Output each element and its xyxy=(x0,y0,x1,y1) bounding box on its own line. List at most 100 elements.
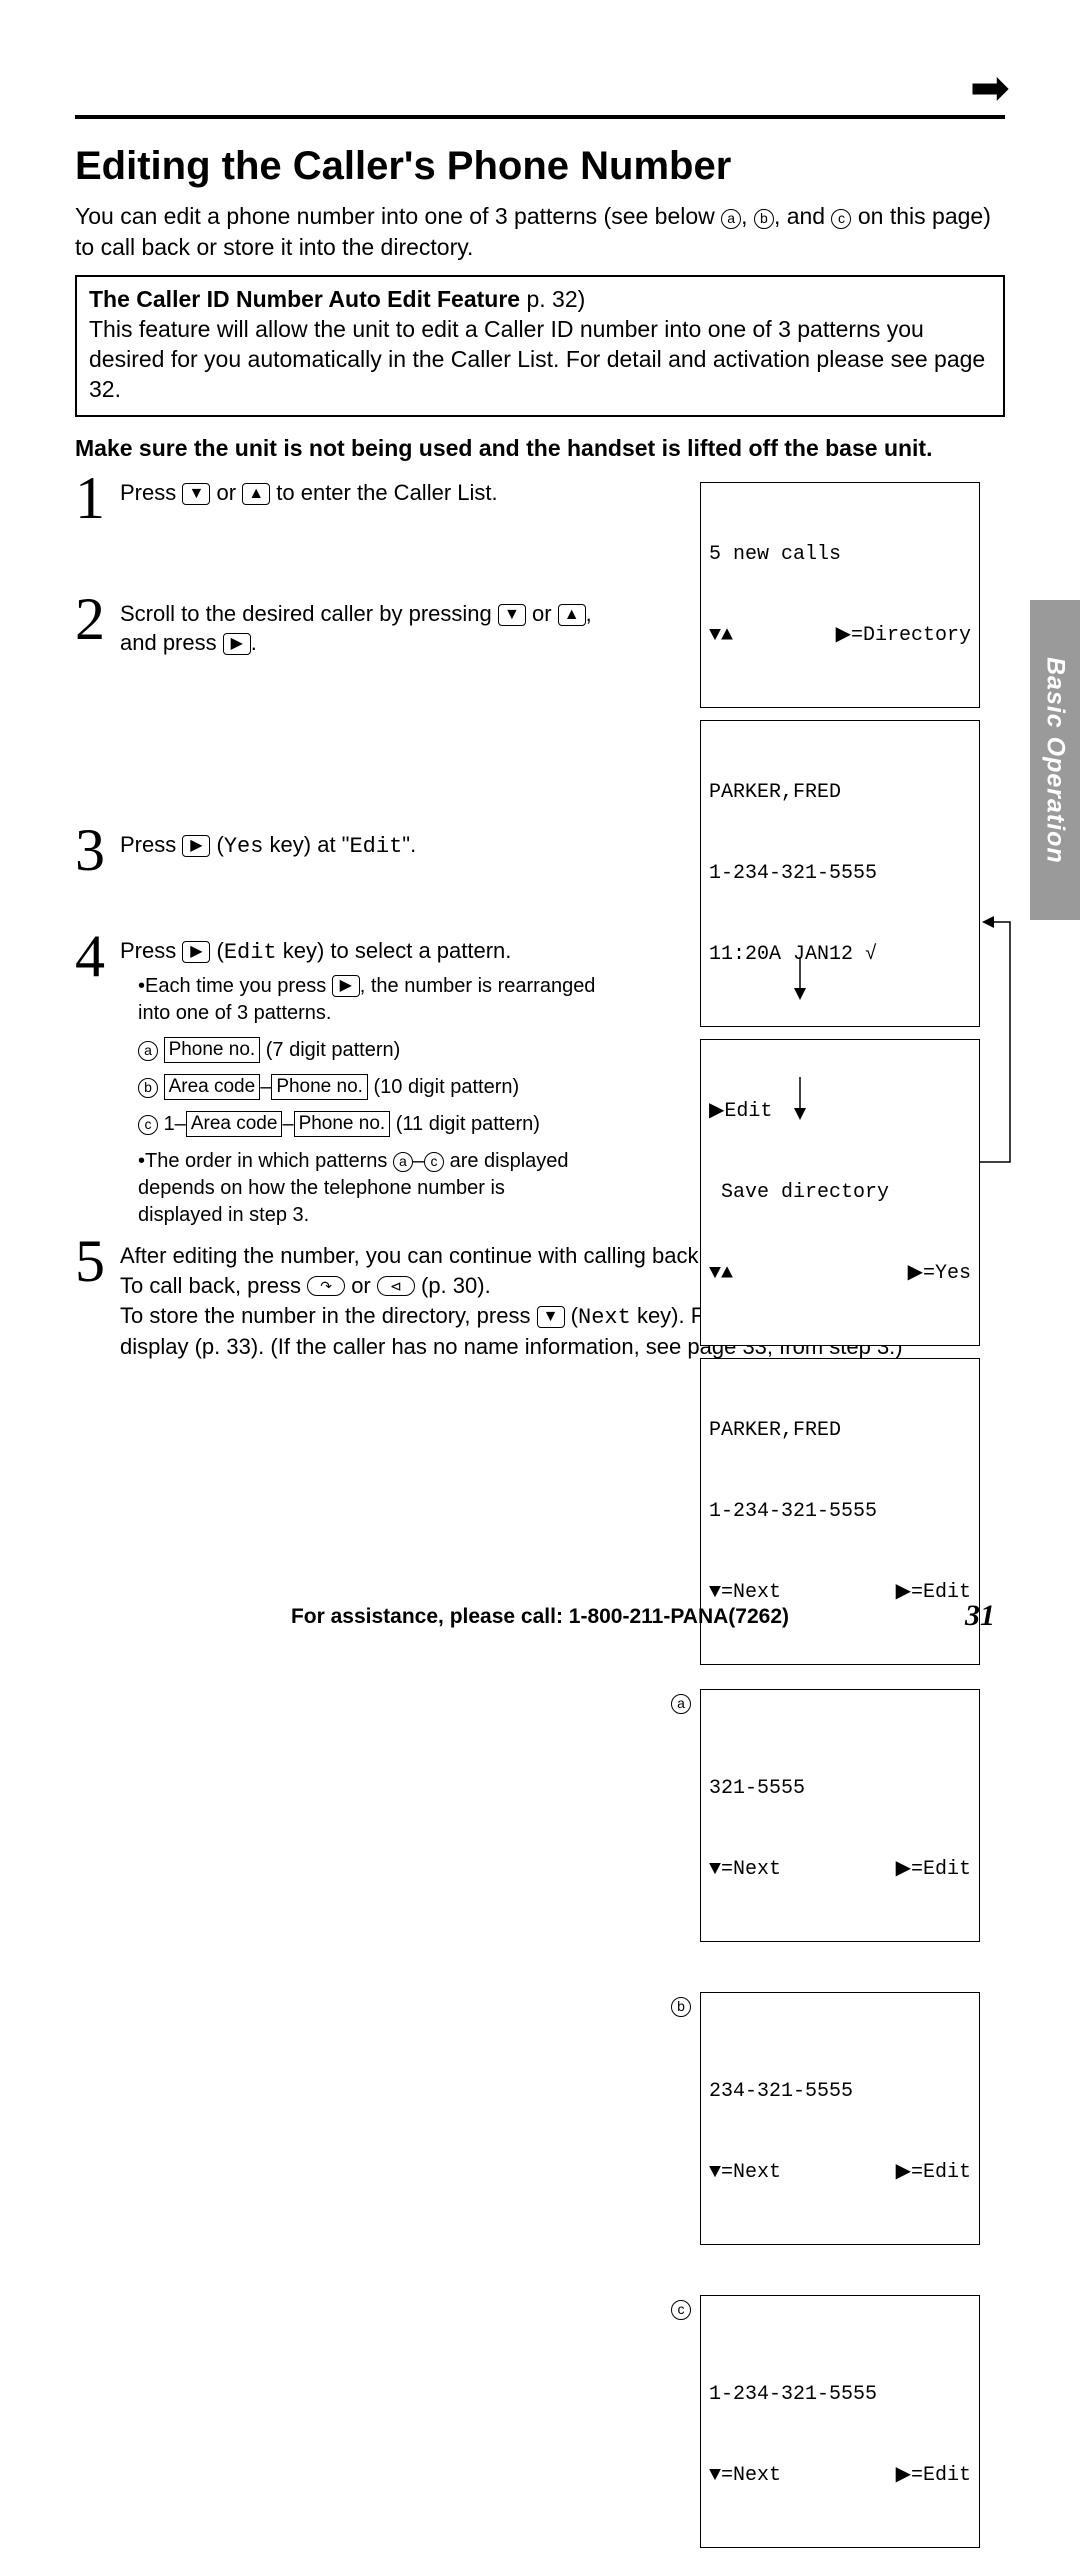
circle-c-icon: c xyxy=(671,2300,691,2320)
manual-page: ➡ Editing the Caller's Phone Number You … xyxy=(0,0,1080,1669)
page-title: Editing the Caller's Phone Number xyxy=(75,144,1005,189)
feature-pageref: p. 32) xyxy=(520,286,585,312)
s1-a: Press xyxy=(120,480,182,505)
screen-a: a 321-5555 ▼=Next▶=Edit xyxy=(700,1689,980,1942)
sca-l2b: ▶=Edit xyxy=(896,1856,971,1883)
s2-d: . xyxy=(251,630,257,655)
speaker-key-icon: ⊲ xyxy=(377,1276,415,1296)
screen-1: 5 new calls ▼▲▶=Directory xyxy=(700,482,980,708)
intro-part1: You can edit a phone number into one of … xyxy=(75,203,721,229)
steps-area: 1 Press ▼ or ▲ to enter the Caller List.… xyxy=(75,472,1005,1362)
pat-a-suffix: (7 digit pattern) xyxy=(260,1039,400,1061)
sc4-l3b: ▶=Edit xyxy=(896,1579,971,1606)
pat-c-prefix: 1– xyxy=(164,1113,186,1135)
s4-bullet-1: •Each time you press ▶, the number is re… xyxy=(138,973,630,1027)
screen-2: PARKER,FRED 1-234-321-5555 11:20A JAN12 … xyxy=(700,720,980,1027)
circle-a-icon: a xyxy=(393,1152,413,1172)
s1-b: or xyxy=(210,480,242,505)
s4-a: Press xyxy=(120,938,182,963)
s4-bullet-2: •The order in which patterns a–c are dis… xyxy=(138,1148,578,1229)
step-4-number: 4 xyxy=(75,926,120,986)
down-key-icon: ▼ xyxy=(182,483,210,505)
scc-l2b: ▶=Edit xyxy=(896,2462,971,2489)
right-key-icon: ▶ xyxy=(182,941,210,963)
area-code-box: Area code xyxy=(164,1074,261,1100)
circle-c-icon: c xyxy=(831,209,851,229)
s4b1a: •Each time you press xyxy=(138,975,332,997)
s5-l2b: or xyxy=(345,1273,377,1298)
sc3-l2: Save directory xyxy=(709,1179,971,1206)
circle-b-icon: b xyxy=(754,209,774,229)
edit-label: Edit xyxy=(349,834,402,859)
up-key-icon: ▲ xyxy=(558,604,586,626)
circle-c-icon: c xyxy=(138,1115,158,1135)
area-code-box: Area code xyxy=(186,1111,283,1137)
pattern-a: a Phone no. (7 digit pattern) xyxy=(138,1037,630,1064)
warning-text: Make sure the unit is not being used and… xyxy=(75,433,1005,464)
sc2-l2: 1-234-321-5555 xyxy=(709,860,971,887)
scc-l1: 1-234-321-5555 xyxy=(709,2381,971,2408)
intro-text: You can edit a phone number into one of … xyxy=(75,201,1005,263)
page-number: 31 xyxy=(965,1599,995,1633)
down-key-icon: ▼ xyxy=(537,1306,565,1328)
step-5-number: 5 xyxy=(75,1231,120,1291)
step-2-body: Scroll to the desired caller by pressing… xyxy=(120,593,600,658)
phone-no-box: Phone no. xyxy=(271,1074,368,1100)
screen-c: c 1-234-321-5555 ▼=Next▶=Edit xyxy=(700,2295,980,2548)
assistance-footer: For assistance, please call: 1-800-211-P… xyxy=(0,1605,1080,1629)
s4-c: key) to select a pattern. xyxy=(277,938,512,963)
s5-l3b: ( xyxy=(565,1303,578,1328)
s2-b: or xyxy=(526,601,558,626)
s4-b: ( xyxy=(210,938,223,963)
s3-c: key) at " xyxy=(263,832,349,857)
sc3-l3b: ▶=Yes xyxy=(908,1260,971,1287)
s3-a: Press xyxy=(120,832,182,857)
display-screens: 5 new calls ▼▲▶=Directory PARKER,FRED 1-… xyxy=(700,472,980,2560)
pat-c-suffix: (11 digit pattern) xyxy=(390,1113,540,1135)
pat-b-suffix: (10 digit pattern) xyxy=(368,1076,519,1098)
sc1-l2a: ▼▲ xyxy=(709,622,733,649)
down-key-icon: ▼ xyxy=(498,604,526,626)
s2-a: Scroll to the desired caller by pressing xyxy=(120,601,498,626)
circle-a-icon: a xyxy=(671,1694,691,1714)
step-1-number: 1 xyxy=(75,468,120,528)
intro-part2: , and xyxy=(774,203,832,229)
scc-l2a: ▼=Next xyxy=(709,2462,781,2489)
screen-b: b 234-321-5555 ▼=Next▶=Edit xyxy=(700,1992,980,2245)
s1-c: to enter the Caller List. xyxy=(270,480,497,505)
right-key-icon: ▶ xyxy=(182,835,210,857)
s5-l2a: To call back, press xyxy=(120,1273,307,1298)
circle-a-icon: a xyxy=(721,209,741,229)
edit-label: Edit xyxy=(224,940,277,965)
circle-a-icon: a xyxy=(138,1041,158,1061)
phone-no-box: Phone no. xyxy=(164,1037,261,1063)
circle-b-icon: b xyxy=(671,1997,691,2017)
sc3-l3a: ▼▲ xyxy=(709,1260,733,1287)
scb-l2a: ▼=Next xyxy=(709,2159,781,2186)
sc4-l2: 1-234-321-5555 xyxy=(709,1498,971,1525)
sc4-l1: PARKER,FRED xyxy=(709,1417,971,1444)
pattern-b: b Area code–Phone no. (10 digit pattern) xyxy=(138,1074,630,1101)
feature-body: This feature will allow the unit to edit… xyxy=(89,316,985,402)
scb-l1: 234-321-5555 xyxy=(709,2078,971,2105)
sca-l1: 321-5555 xyxy=(709,1775,971,1802)
s5-l2c: (p. 30). xyxy=(415,1273,491,1298)
feature-box: The Caller ID Number Auto Edit Feature p… xyxy=(75,275,1005,417)
step-2-number: 2 xyxy=(75,589,120,649)
s4b2b: – xyxy=(413,1150,424,1172)
circle-b-icon: b xyxy=(138,1078,158,1098)
talk-key-icon: ↷ xyxy=(307,1276,345,1296)
step-3-body: Press ▶ (Yes key) at "Edit". xyxy=(120,824,600,862)
feature-heading: The Caller ID Number Auto Edit Feature xyxy=(89,286,520,312)
s5-l3a: To store the number in the directory, pr… xyxy=(120,1303,537,1328)
screen-3: ▶Edit Save directory ▼▲▶=Yes xyxy=(700,1039,980,1346)
sc4-l3a: ▼=Next xyxy=(709,1579,781,1606)
pattern-c: c 1–Area code–Phone no. (11 digit patter… xyxy=(138,1111,630,1138)
step-4-body: Press ▶ (Edit key) to select a pattern. … xyxy=(120,930,630,1230)
up-key-icon: ▲ xyxy=(242,483,270,505)
sc1-l2b: ▶=Directory xyxy=(836,622,971,649)
phone-no-box: Phone no. xyxy=(294,1111,391,1137)
sc2-l3: 11:20A JAN12 √ xyxy=(709,941,971,968)
step-3-number: 3 xyxy=(75,820,120,880)
s3-b: ( xyxy=(210,832,223,857)
